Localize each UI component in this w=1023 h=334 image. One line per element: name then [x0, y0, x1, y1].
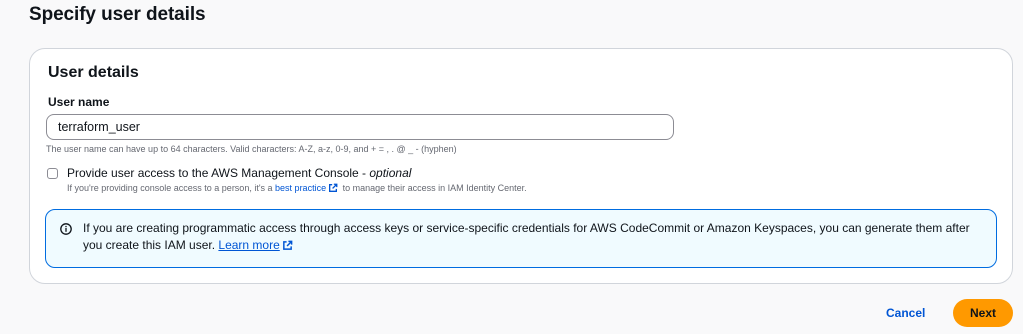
- info-alert-text: If you are creating programmatic access …: [83, 220, 988, 254]
- console-access-label[interactable]: Provide user access to the AWS Managemen…: [67, 166, 411, 180]
- external-link-icon: [329, 183, 338, 192]
- best-practice-link[interactable]: best practice: [275, 183, 340, 193]
- info-alert: If you are creating programmatic access …: [45, 209, 997, 268]
- learn-more-link[interactable]: Learn more: [218, 238, 279, 252]
- info-alert-message: If you are creating programmatic access …: [83, 221, 970, 252]
- cancel-button[interactable]: Cancel: [886, 306, 925, 320]
- card-title: User details: [48, 64, 139, 81]
- user-name-input[interactable]: [46, 114, 674, 140]
- description-text-after: to manage their access in IAM Identity C…: [340, 183, 527, 193]
- next-button[interactable]: Next: [953, 299, 1013, 327]
- description-text-before: If you're providing console access to a …: [67, 183, 276, 193]
- user-name-constraint-text: The user name can have up to 64 characte…: [46, 144, 457, 154]
- user-details-card: User details User name The user name can…: [29, 48, 1013, 284]
- optional-text: optional: [369, 166, 412, 180]
- page-title: Specify user details: [29, 4, 206, 25]
- console-access-description: If you're providing console access to a …: [67, 183, 527, 193]
- best-practice-link-text: best practice: [275, 183, 327, 193]
- external-link-icon[interactable]: [282, 240, 293, 251]
- user-name-label: User name: [48, 95, 110, 109]
- console-access-checkbox[interactable]: [47, 168, 58, 179]
- info-icon: [60, 223, 72, 235]
- console-access-label-text: Provide user access to the AWS Managemen…: [67, 166, 370, 180]
